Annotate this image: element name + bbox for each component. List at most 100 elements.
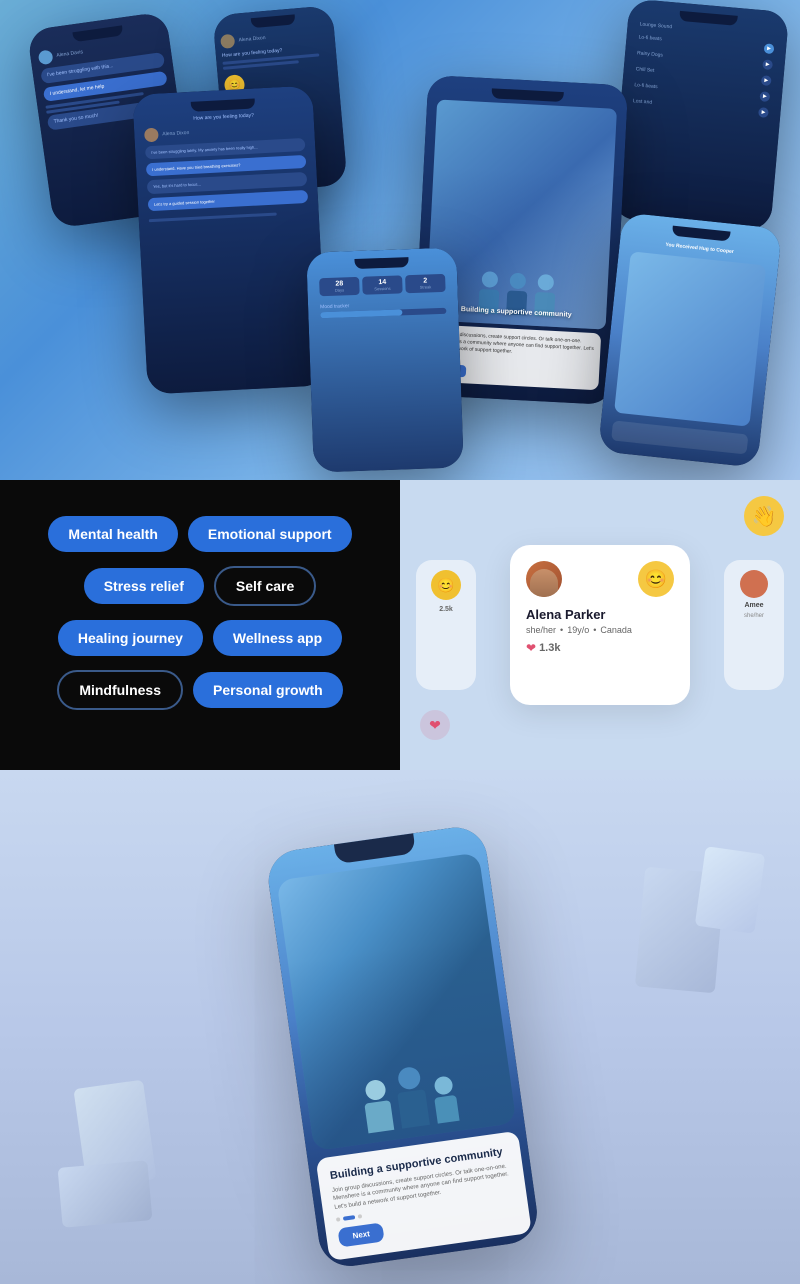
hero-illustration — [288, 933, 517, 1150]
figure-head-2 — [509, 273, 526, 290]
phone-play-2[interactable]: ▶ — [762, 59, 773, 70]
phone-mood-fill — [320, 309, 402, 318]
phone-music-label-5: Lost and — [633, 98, 653, 106]
tags-row-1: Mental health Emotional support — [48, 516, 351, 552]
side-likes-left: 2.5k — [439, 606, 453, 613]
profile-location: Canada — [600, 625, 632, 635]
hero-phone-wrapper: Building a supportive community Join gro… — [265, 824, 541, 1271]
tag-wellness-app[interactable]: Wellness app — [213, 620, 342, 656]
phone-mood-7: Mood tracker — [316, 296, 451, 323]
phone-music-label-1: Lo-fi beats — [638, 34, 662, 42]
phone-notch-6 — [672, 226, 730, 242]
avatar-person — [530, 569, 558, 597]
phone-screen-7: 28 Days 14 Sessions 2 Streak Mood tracke… — [306, 247, 464, 472]
hero-phone-screen: Building a supportive community Join gro… — [265, 824, 541, 1271]
hero-dot-2 — [343, 1215, 355, 1221]
phone-avatar-1 — [38, 49, 54, 65]
phone-stat-1: 28 Days — [319, 277, 360, 296]
heart-icon: ❤ — [526, 641, 536, 655]
tag-healing-journey[interactable]: Healing journey — [58, 620, 203, 656]
profile-card-side-left: 😊 2.5k — [416, 560, 476, 690]
figure-group-hero — [360, 1061, 459, 1133]
hero-dot-3 — [358, 1214, 363, 1219]
phone-screen-4: How are you feeling today? Alena Dixon I… — [132, 85, 327, 394]
phone-avatar-4 — [144, 128, 159, 143]
figure-hero-head-2 — [397, 1065, 422, 1090]
phone-mockup-7: 28 Days 14 Sessions 2 Streak Mood tracke… — [306, 247, 464, 472]
profile-card-header: 😊 — [526, 561, 674, 597]
side-badge-left: 😊 — [431, 570, 461, 600]
tag-mental-health[interactable]: Mental health — [48, 516, 177, 552]
profile-avatar — [526, 561, 562, 597]
figure-hero-body-1 — [364, 1100, 394, 1133]
phone-stat-2: 14 Sessions — [362, 275, 403, 294]
hand-wave-icon: 👋 — [744, 496, 784, 536]
section-two-panels: Mental health Emotional support Stress r… — [0, 480, 800, 770]
hero-next-button[interactable]: Next — [337, 1222, 385, 1247]
phones-grid: Alena Davis I've been struggling with th… — [0, 0, 800, 480]
profile-dot-2: • — [593, 625, 596, 635]
phone-input-6 — [611, 420, 748, 454]
hero-phone: Building a supportive community Join gro… — [265, 824, 541, 1271]
figure-head-3 — [537, 274, 554, 291]
profile-avatar-wrapper — [526, 561, 562, 597]
tags-row-4: Mindfulness Personal growth — [57, 670, 342, 710]
profile-info-row: she/her • 19y/o • Canada — [526, 625, 674, 635]
phone-mockup-4: How are you feeling today? Alena Dixon I… — [132, 85, 327, 394]
figure-hero-body-2 — [397, 1089, 430, 1129]
phone-stat-3: 2 Streak — [405, 274, 446, 293]
block-3d-2 — [695, 846, 766, 934]
phone-mockup-6: You Received Hug to Cooper — [598, 212, 782, 467]
phone-music-label-3: Chill Set — [635, 66, 654, 74]
hero-phone-text-area: Building a supportive community Join gro… — [315, 1130, 531, 1261]
side-pronouns-right: she/her — [744, 613, 764, 619]
wave-emoji: 👋 — [752, 504, 777, 529]
phone-chat-4d: Let's try a guided session together — [148, 189, 308, 211]
figure-hero-2 — [394, 1065, 430, 1128]
figure-hero-head-3 — [433, 1075, 453, 1095]
phone-notch-2 — [251, 14, 295, 28]
side-name-right: Amee — [744, 602, 763, 609]
phone-play-3[interactable]: ▶ — [761, 75, 772, 86]
figure-hero-head-1 — [364, 1078, 387, 1101]
tag-personal-growth[interactable]: Personal growth — [193, 672, 343, 708]
phone-screen-6: You Received Hug to Cooper — [598, 212, 782, 467]
figure-hero-1 — [361, 1078, 394, 1133]
phone-play-5[interactable]: ▶ — [758, 107, 769, 118]
heart-float[interactable]: ❤ — [420, 710, 450, 740]
phone-username-2: Alena Dixon — [238, 35, 265, 43]
tags-row-3: Healing journey Wellness app — [58, 620, 342, 656]
tag-stress-relief[interactable]: Stress relief — [84, 568, 204, 604]
profile-pronouns: she/her — [526, 625, 556, 635]
profile-card-side-right: Amee she/her — [724, 560, 784, 690]
profile-name: Alena Parker — [526, 607, 674, 622]
phone-notch-3 — [679, 11, 737, 26]
phone-notch-4 — [191, 99, 255, 112]
panel-tags: Mental health Emotional support Stress r… — [0, 480, 400, 770]
phone-music-label-4: Lo-fi beats — [634, 82, 658, 90]
section-phone-hero: Building a supportive community Join gro… — [0, 770, 800, 1284]
tag-emotional-support[interactable]: Emotional support — [188, 516, 352, 552]
side-avatar-right — [740, 570, 768, 598]
figure-hero-body-3 — [434, 1094, 459, 1123]
panel-profile: 👋 😊 2.5k 😊 Alena Parker — [400, 480, 800, 770]
phone-image-6 — [614, 251, 766, 426]
figure-head-1 — [481, 271, 498, 288]
profile-likes: ❤ 1.3k — [526, 641, 674, 655]
phone-music-label-2: Rainy Dogs — [637, 50, 663, 58]
phone-line-5 — [149, 212, 277, 222]
phone-mockup-3: Lounge Sound Lo-fi beats ▶ Rainy Dogs ▶ … — [611, 0, 790, 232]
phone-screen-3: Lounge Sound Lo-fi beats ▶ Rainy Dogs ▶ … — [611, 0, 790, 232]
phone-notch-7 — [355, 257, 409, 269]
hero-phone-image — [276, 852, 516, 1150]
likes-count: 1.3k — [539, 642, 560, 654]
tag-mindfulness[interactable]: Mindfulness — [57, 670, 183, 710]
block-3d-3 — [58, 1160, 153, 1228]
hero-dot-1 — [336, 1217, 341, 1222]
phone-avatar-2 — [220, 34, 235, 49]
phone-play-1[interactable]: ▶ — [764, 43, 775, 54]
phone-play-4[interactable]: ▶ — [759, 91, 770, 102]
tag-self-care[interactable]: Self care — [214, 566, 316, 606]
section-phones-top: Alena Davis I've been struggling with th… — [0, 0, 800, 480]
phone-notch-5 — [491, 88, 563, 102]
